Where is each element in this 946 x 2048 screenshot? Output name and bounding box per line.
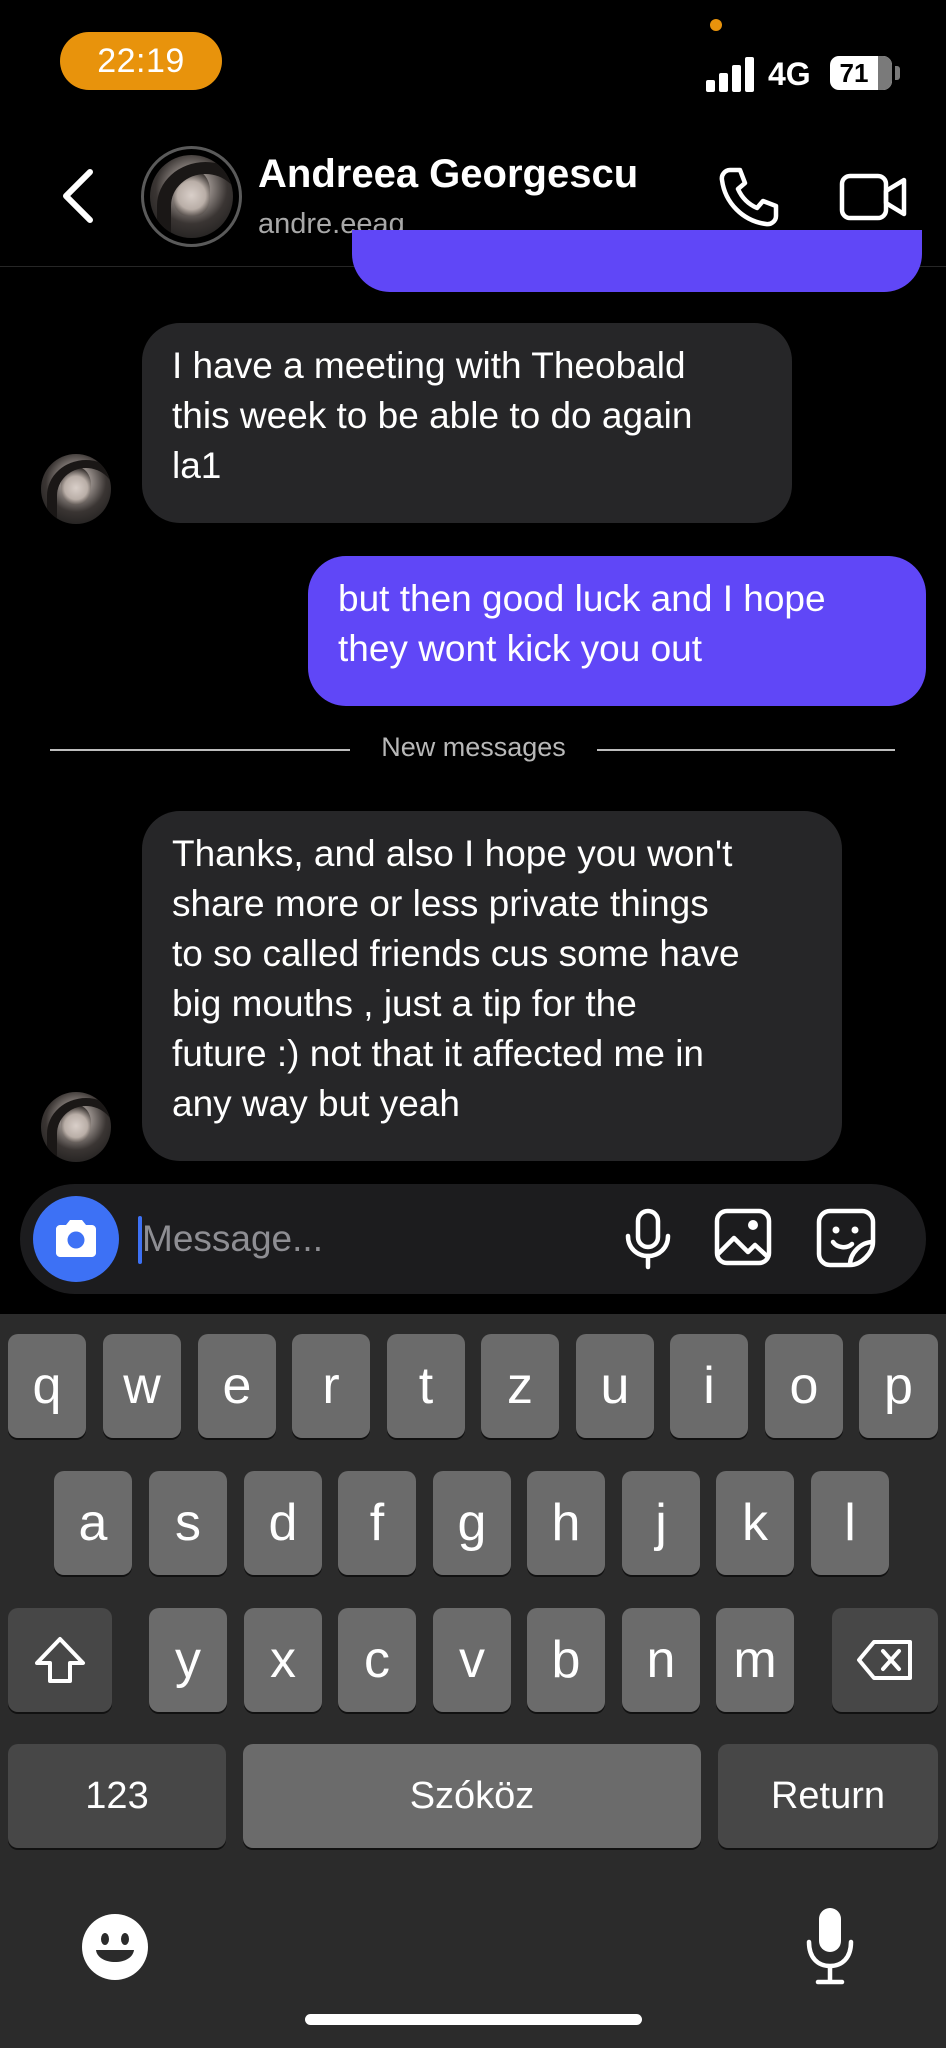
- key-m[interactable]: m: [716, 1608, 794, 1712]
- key-k[interactable]: k: [716, 1471, 794, 1575]
- key-i[interactable]: i: [670, 1334, 748, 1438]
- battery-nub: [895, 66, 900, 80]
- key-u[interactable]: u: [576, 1334, 654, 1438]
- outgoing-message-bubble[interactable]: but then good luck and I hope they wont …: [308, 556, 926, 706]
- home-indicator[interactable]: [305, 2014, 642, 2025]
- return-key[interactable]: Return: [718, 1744, 938, 1848]
- key-e[interactable]: e: [198, 1334, 276, 1438]
- key-j[interactable]: j: [622, 1471, 700, 1575]
- key-a[interactable]: a: [54, 1471, 132, 1575]
- space-key[interactable]: Szóköz: [243, 1744, 701, 1848]
- incoming-message-bubble[interactable]: I have a meeting with Theobald this week…: [142, 323, 792, 523]
- battery-icon: 71: [830, 56, 892, 90]
- incoming-message-bubble[interactable]: Thanks, and also I hope you won't share …: [142, 811, 842, 1161]
- key-b[interactable]: b: [527, 1608, 605, 1712]
- contact-name[interactable]: Andreea Georgescu: [258, 152, 638, 197]
- key-z[interactable]: z: [481, 1334, 559, 1438]
- key-w[interactable]: w: [103, 1334, 181, 1438]
- divider-line-right: [597, 749, 895, 751]
- cellular-signal-icon: [706, 56, 756, 92]
- sender-avatar[interactable]: [41, 1092, 111, 1162]
- key-f[interactable]: f: [338, 1471, 416, 1575]
- sticker-icon[interactable]: [816, 1208, 876, 1268]
- outgoing-message-bubble-partial[interactable]: [352, 230, 922, 292]
- key-t[interactable]: t: [387, 1334, 465, 1438]
- new-messages-label: New messages: [381, 732, 566, 762]
- backspace-icon: [857, 1640, 912, 1680]
- dictation-microphone-icon[interactable]: [804, 1906, 856, 1986]
- key-s[interactable]: s: [149, 1471, 227, 1575]
- key-v[interactable]: v: [433, 1608, 511, 1712]
- key-n[interactable]: n: [622, 1608, 700, 1712]
- video-camera-icon[interactable]: [838, 164, 908, 230]
- numbers-key[interactable]: 123: [8, 1744, 226, 1848]
- status-time: 22:19: [60, 32, 222, 90]
- key-g[interactable]: g: [433, 1471, 511, 1575]
- key-l[interactable]: l: [811, 1471, 889, 1575]
- contact-avatar[interactable]: [141, 146, 242, 247]
- privacy-indicator-dot: [710, 19, 722, 31]
- gallery-icon[interactable]: [714, 1208, 772, 1266]
- sender-avatar[interactable]: [41, 454, 111, 524]
- shift-key[interactable]: [8, 1608, 112, 1712]
- key-r[interactable]: r: [292, 1334, 370, 1438]
- shift-icon: [35, 1637, 85, 1683]
- key-d[interactable]: d: [244, 1471, 322, 1575]
- key-h[interactable]: h: [527, 1471, 605, 1575]
- key-p[interactable]: p: [859, 1334, 938, 1438]
- phone-icon[interactable]: [716, 164, 782, 230]
- network-type: 4G: [768, 56, 811, 92]
- battery-level: 71: [839, 57, 869, 88]
- divider-line-left: [50, 749, 350, 751]
- microphone-icon[interactable]: [620, 1208, 676, 1270]
- key-c[interactable]: c: [338, 1608, 416, 1712]
- key-y[interactable]: y: [149, 1608, 227, 1712]
- backspace-key[interactable]: [832, 1608, 938, 1712]
- key-x[interactable]: x: [244, 1608, 322, 1712]
- camera-icon[interactable]: [33, 1196, 119, 1282]
- key-q[interactable]: q: [8, 1334, 86, 1438]
- emoji-icon[interactable]: [80, 1912, 150, 1982]
- back-chevron-icon[interactable]: [56, 164, 106, 228]
- message-input[interactable]: [142, 1208, 582, 1270]
- key-o[interactable]: o: [765, 1334, 843, 1438]
